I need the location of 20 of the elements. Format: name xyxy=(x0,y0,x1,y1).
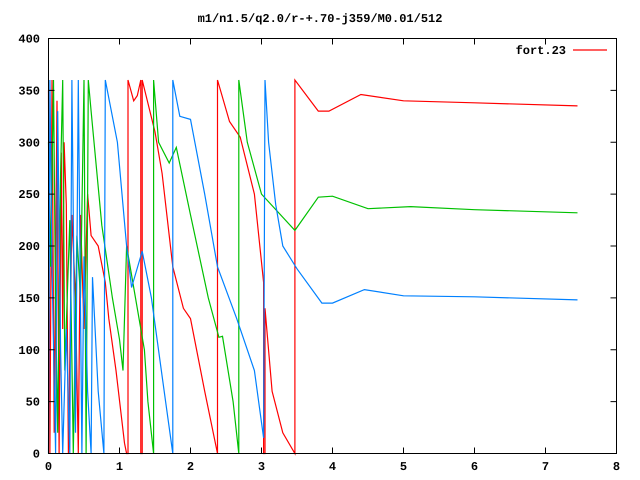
x-tick-label: 1 xyxy=(116,460,124,474)
x-tick-label: 6 xyxy=(470,460,478,474)
x-tick-label: 0 xyxy=(44,460,52,474)
y-tick-label: 400 xyxy=(18,32,40,46)
x-tick-label: 5 xyxy=(400,460,408,474)
y-tick-label: 0 xyxy=(32,448,40,462)
legend-label: fort.23 xyxy=(516,44,566,58)
chart-title: m1/n1.5/q2.0/r-+.70-j359/M0.01/512 xyxy=(198,12,442,26)
y-tick-label: 100 xyxy=(18,344,40,358)
x-tick-label: 8 xyxy=(612,460,620,474)
y-tick-label: 250 xyxy=(18,188,40,202)
x-tick-label: 4 xyxy=(328,460,336,474)
y-tick-label: 350 xyxy=(18,84,40,98)
y-tick-label: 200 xyxy=(18,240,40,254)
y-tick-label: 150 xyxy=(18,292,40,306)
x-tick-label: 3 xyxy=(258,460,266,474)
y-tick-label: 50 xyxy=(26,396,40,410)
x-tick-label: 7 xyxy=(542,460,550,474)
x-tick-label: 2 xyxy=(186,460,194,474)
y-tick-label: 300 xyxy=(18,136,40,150)
